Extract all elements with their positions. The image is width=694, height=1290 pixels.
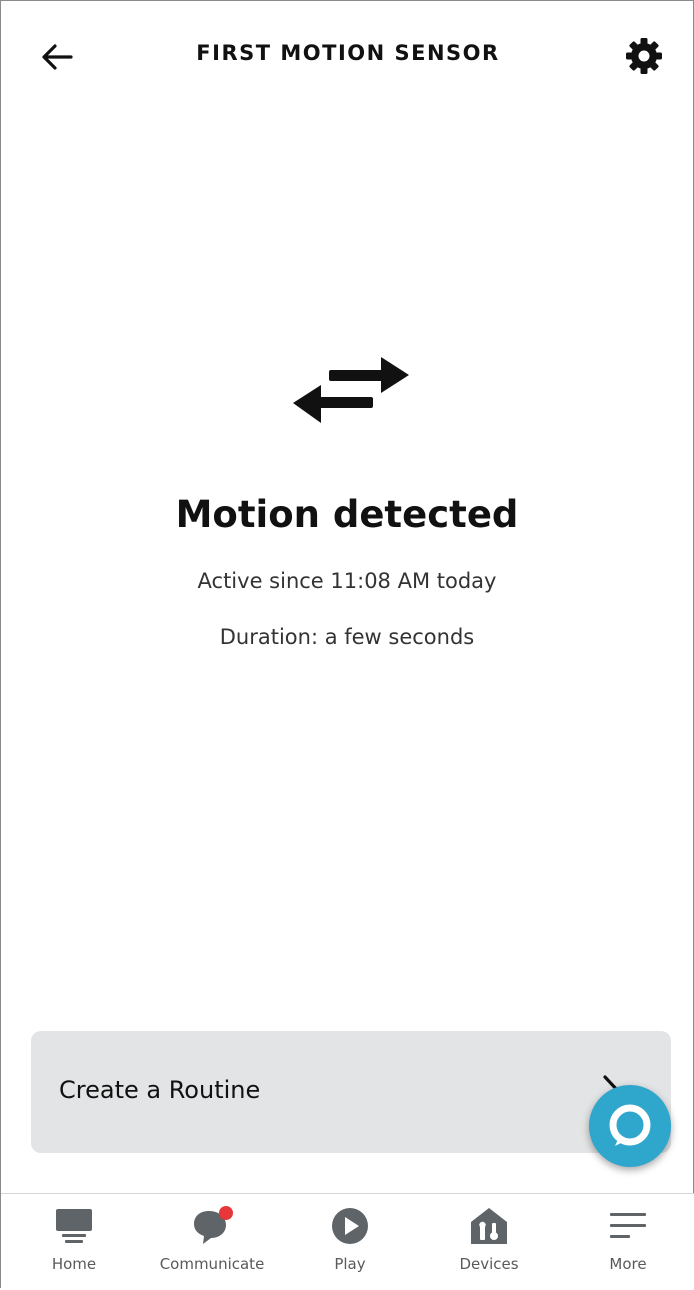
header: FIRST MOTION SENSOR xyxy=(1,1,694,111)
nav-communicate-label: Communicate xyxy=(159,1255,265,1273)
chat-bubble-icon xyxy=(194,1206,233,1244)
nav-communicate[interactable]: Communicate xyxy=(143,1194,281,1288)
gear-icon xyxy=(626,38,662,74)
bottom-navigation: Home Communicate Play Devices More xyxy=(1,1193,694,1290)
settings-button[interactable] xyxy=(621,33,667,79)
alexa-ring-icon xyxy=(609,1104,651,1146)
create-routine-label: Create a Routine xyxy=(59,1076,261,1104)
page-title: FIRST MOTION SENSOR xyxy=(196,41,500,65)
nav-devices[interactable]: Devices xyxy=(420,1194,558,1288)
notification-badge xyxy=(219,1206,233,1220)
alexa-button[interactable] xyxy=(589,1085,671,1167)
nav-devices-label: Devices xyxy=(459,1255,519,1273)
create-routine-button[interactable]: Create a Routine xyxy=(31,1031,671,1153)
devices-icon xyxy=(471,1208,507,1244)
nav-home-label: Home xyxy=(51,1255,97,1273)
home-icon xyxy=(56,1209,92,1243)
swap-arrows-icon xyxy=(293,357,409,423)
nav-play[interactable]: Play xyxy=(281,1194,419,1288)
nav-play-label: Play xyxy=(334,1255,366,1273)
status-title: Motion detected xyxy=(175,493,519,536)
nav-more-label: More xyxy=(609,1255,647,1273)
active-since-text: Active since 11:08 AM today xyxy=(197,569,497,593)
menu-icon xyxy=(610,1213,646,1238)
app-screen: FIRST MOTION SENSOR Motion detected Acti… xyxy=(0,0,694,1290)
duration-text: Duration: a few seconds xyxy=(219,625,475,649)
nav-more[interactable]: More xyxy=(559,1194,694,1288)
play-icon xyxy=(332,1208,368,1244)
nav-home[interactable]: Home xyxy=(5,1194,143,1288)
